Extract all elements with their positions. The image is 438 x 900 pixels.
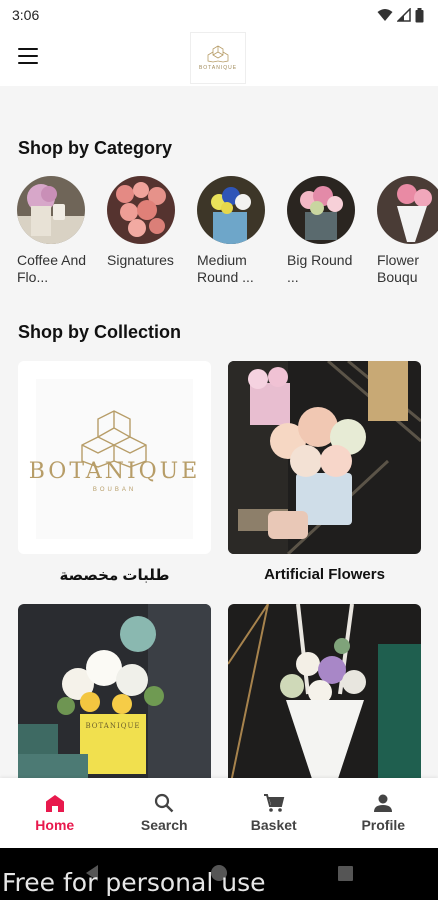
artificial-flowers-image	[228, 361, 421, 554]
category-label: Big Round ...	[287, 252, 353, 285]
custom-orders-image: BOTANIQUE BOUBAN	[18, 361, 211, 554]
collection-title: Artificial Flowers	[264, 566, 385, 583]
watermark-text: Free for personal use	[2, 868, 266, 897]
category-item[interactable]: Medium Round ...	[197, 176, 265, 286]
status-bar: 3:06	[0, 0, 438, 30]
logo-cube-icon	[207, 45, 229, 63]
recents-icon[interactable]	[338, 866, 353, 881]
search-icon	[155, 793, 174, 813]
logo-text: BOTANIQUE	[198, 65, 238, 71]
bouquet-image	[377, 176, 438, 244]
category-item[interactable]: Signatures	[107, 176, 175, 269]
collection-card-box[interactable]: BOTANIQUE	[18, 604, 211, 797]
big-round-image	[287, 176, 355, 244]
category-label: Flower Bouqu	[377, 252, 420, 285]
cone-bouquet-image	[228, 604, 421, 797]
battery-icon	[415, 7, 424, 22]
custom-orders-logo-text: BOTANIQUE	[28, 459, 201, 484]
category-label: Coffee And Flo...	[17, 252, 87, 285]
category-item[interactable]: Flower Bouqu	[377, 176, 438, 286]
coffee-flowers-image	[17, 176, 85, 244]
nav-profile-label: Profile	[361, 817, 406, 833]
medium-round-image	[197, 176, 265, 244]
category-item[interactable]: Coffee And Flo...	[17, 176, 86, 286]
collection-card-cone[interactable]	[228, 604, 421, 797]
custom-orders-logo-subtext: BOUBAN	[92, 487, 137, 493]
category-label: Signatures	[107, 252, 174, 268]
category-label: Medium Round ...	[197, 252, 254, 285]
home-icon	[45, 795, 64, 812]
category-carousel[interactable]: Coffee And Flo... Signatures Medium Roun…	[17, 176, 438, 296]
status-time: 3:06	[12, 7, 40, 23]
box-brand-text: BOTANIQUE	[85, 722, 141, 730]
signature-image	[107, 176, 175, 244]
cart-icon	[263, 794, 285, 812]
nav-search-label: Search	[140, 817, 188, 833]
yellow-box-image: BOTANIQUE	[18, 604, 211, 797]
nav-basket[interactable]: Basket	[219, 778, 329, 848]
nav-home-label: Home	[35, 817, 75, 833]
nav-search[interactable]: Search	[110, 778, 220, 848]
status-icons	[377, 7, 424, 23]
bottom-navigation: Home Search Basket Profile	[0, 778, 438, 848]
brand-logo[interactable]: BOTANIQUE	[190, 32, 246, 84]
collection-card-custom-orders[interactable]: BOTANIQUE BOUBAN طلبات مخصصة	[18, 361, 211, 584]
person-icon	[374, 794, 393, 812]
collection-title: طلبات مخصصة	[59, 567, 170, 584]
collection-section-title: Shop by Collection	[18, 322, 182, 342]
wifi-icon	[377, 9, 393, 21]
hamburger-menu-icon[interactable]	[18, 48, 38, 64]
signal-icon	[397, 8, 411, 22]
collection-card-artificial-flowers[interactable]: Artificial Flowers	[228, 361, 421, 583]
nav-basket-label: Basket	[250, 817, 297, 833]
app-bar: BOTANIQUE	[0, 30, 438, 86]
category-section-title: Shop by Category	[18, 138, 173, 158]
category-item[interactable]: Big Round ...	[287, 176, 355, 286]
nav-home[interactable]: Home	[0, 778, 110, 848]
nav-profile[interactable]: Profile	[329, 778, 438, 848]
